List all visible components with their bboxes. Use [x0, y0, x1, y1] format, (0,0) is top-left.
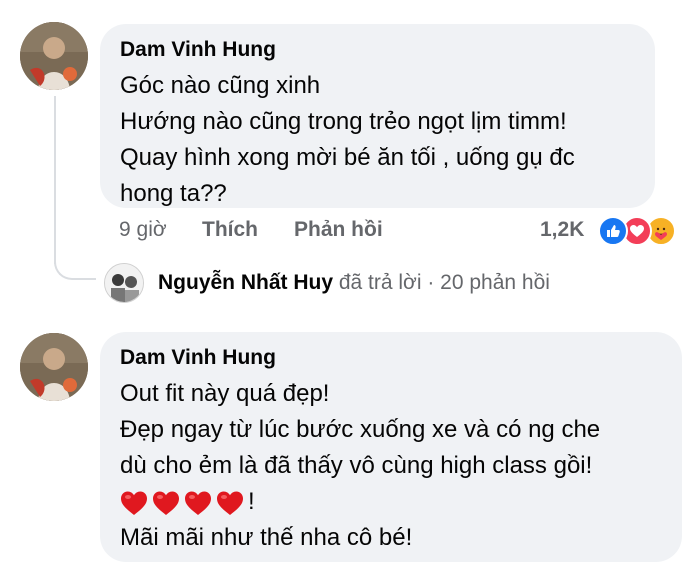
comment-text-line: dù cho ẻm là đã thấy vô cùng high class …	[120, 452, 593, 479]
heart-emoji-icon	[153, 491, 179, 515]
reply-button[interactable]: Phản hồi	[294, 218, 383, 242]
reply-author-name[interactable]: Nguyễn Nhất Huy	[158, 271, 333, 294]
comment-text-line: hong ta??	[120, 180, 227, 207]
reply-summary[interactable]: Nguyễn Nhất Huy đã trả lời · 20 phản hồi	[158, 271, 550, 295]
comment-timestamp[interactable]: 9 giờ	[119, 218, 167, 242]
avatar-photo-icon	[20, 333, 88, 401]
heart-emoji-icon	[121, 491, 147, 515]
reply-avatar[interactable]	[104, 263, 144, 303]
avatar[interactable]	[20, 333, 88, 401]
heart-emoji-icon	[217, 491, 243, 515]
reply-summary-text: đã trả lời · 20 phản hồi	[333, 271, 550, 294]
avatar[interactable]	[20, 22, 88, 90]
comment-text-line: Đẹp ngay từ lúc bước xuống xe và có ng c…	[120, 416, 601, 443]
comment-text-line: Out fit này quá đẹp!	[120, 380, 330, 407]
like-icon	[598, 216, 628, 246]
heart-emoji-group	[120, 490, 244, 516]
comment-actions: 9 giờ Thích Phản hồi	[0, 218, 700, 248]
comment-text-line: Quay hình xong mời bé ăn tối , uống gụ đ…	[120, 144, 575, 171]
like-button[interactable]: Thích	[202, 218, 258, 242]
thread-connector-curve	[54, 250, 96, 280]
comment-author[interactable]: Dam Vinh Hung	[120, 346, 660, 370]
comment-bubble: Dam Vinh Hung Out fit này quá đẹp! Đẹp n…	[100, 332, 682, 562]
avatar-photo-icon	[20, 22, 88, 90]
comment-bubble: Dam Vinh Hung Góc nào cũng xinh Hướng nà…	[100, 24, 655, 208]
reply-avatar-photo-icon	[105, 264, 143, 302]
comment-text-line: Góc nào cũng xinh	[120, 72, 321, 99]
hearts-suffix: !	[248, 488, 255, 515]
comment-text-line: Hướng nào cũng trong trẻo ngọt lịm timm!	[120, 108, 567, 135]
comment-hearts-line: !	[120, 484, 660, 520]
heart-emoji-icon	[185, 491, 211, 515]
comment-author[interactable]: Dam Vinh Hung	[120, 38, 633, 62]
reaction-count: 1,2K	[540, 218, 585, 241]
